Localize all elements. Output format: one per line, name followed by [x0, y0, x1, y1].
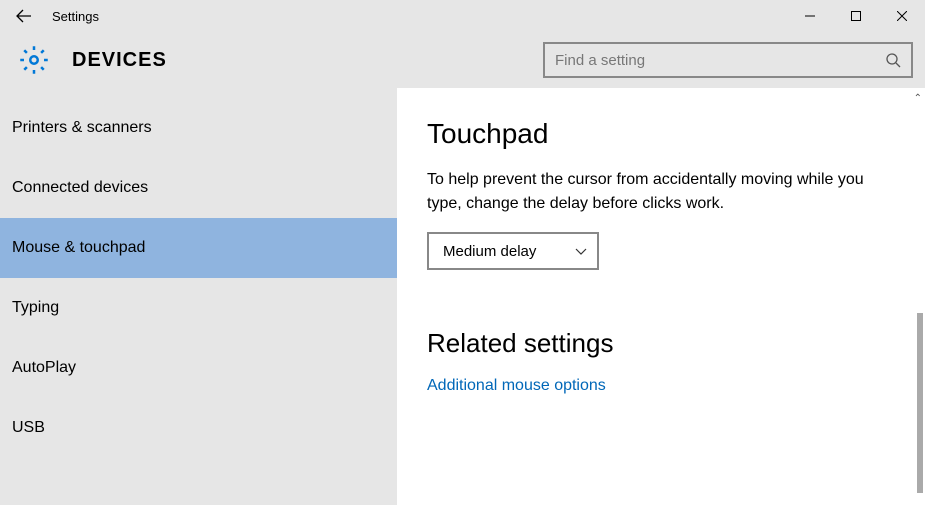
search-input[interactable]	[555, 52, 885, 69]
sidebar: Printers & scanners Connected devices Mo…	[0, 88, 397, 505]
sidebar-item-label: Typing	[12, 299, 59, 317]
dropdown-value: Medium delay	[443, 243, 536, 260]
minimize-button[interactable]	[787, 0, 833, 32]
chevron-down-icon	[575, 245, 587, 257]
scrollbar-thumb[interactable]	[917, 313, 923, 493]
back-arrow-icon	[16, 8, 32, 24]
additional-mouse-options-link[interactable]: Additional mouse options	[427, 377, 895, 395]
sidebar-item-usb[interactable]: USB	[0, 398, 397, 458]
page-title: DEVICES	[72, 49, 167, 72]
scroll-up-arrow-icon[interactable]: ⌃	[914, 93, 922, 104]
close-icon	[897, 11, 907, 21]
sidebar-item-connected-devices[interactable]: Connected devices	[0, 158, 397, 218]
maximize-button[interactable]	[833, 0, 879, 32]
sidebar-item-printers[interactable]: Printers & scanners	[0, 98, 397, 158]
sidebar-item-label: AutoPlay	[12, 359, 76, 377]
sidebar-item-label: Printers & scanners	[12, 119, 152, 137]
back-button[interactable]	[0, 0, 48, 32]
content-pane: Touchpad To help prevent the cursor from…	[397, 88, 925, 505]
search-box[interactable]	[543, 42, 913, 78]
related-settings-title: Related settings	[427, 328, 895, 359]
sidebar-item-autoplay[interactable]: AutoPlay	[0, 338, 397, 398]
sidebar-item-label: Connected devices	[12, 179, 148, 197]
minimize-icon	[805, 11, 815, 21]
sidebar-item-label: Mouse & touchpad	[12, 239, 145, 257]
window-title: Settings	[52, 9, 99, 24]
maximize-icon	[851, 11, 861, 21]
scrollbar[interactable]: ⌃	[913, 88, 925, 505]
gear-icon	[19, 45, 49, 75]
sidebar-item-label: USB	[12, 419, 45, 437]
delay-dropdown[interactable]: Medium delay	[427, 232, 599, 270]
close-button[interactable]	[879, 0, 925, 32]
section-title: Touchpad	[427, 118, 895, 150]
search-icon	[885, 52, 901, 68]
section-description: To help prevent the cursor from accident…	[427, 168, 867, 216]
sidebar-item-mouse-touchpad[interactable]: Mouse & touchpad	[0, 218, 397, 278]
sidebar-item-typing[interactable]: Typing	[0, 278, 397, 338]
